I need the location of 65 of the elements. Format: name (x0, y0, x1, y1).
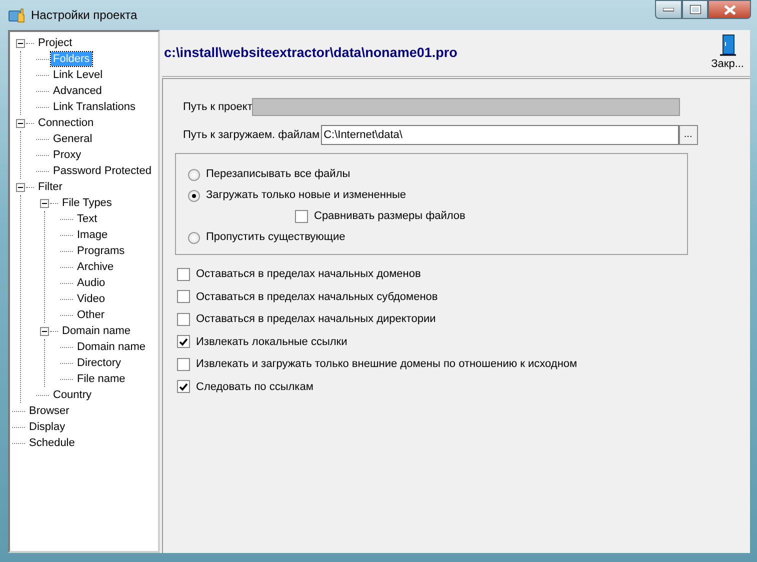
tree-item[interactable]: Project (36, 36, 74, 50)
checkbox-label: Извлекать локальные ссылки (196, 334, 348, 350)
tree-item[interactable]: Text (75, 212, 100, 226)
tree-item[interactable]: General (51, 132, 94, 146)
tree-item[interactable]: Browser (27, 404, 72, 418)
checkbox[interactable] (177, 358, 190, 371)
close-button[interactable] (708, 0, 751, 19)
tree-item[interactable]: Connection (36, 116, 96, 130)
checkbox[interactable] (177, 268, 190, 281)
expander-icon[interactable] (16, 182, 25, 192)
option-label: Загружать только новые и измененные (206, 188, 406, 204)
input-field[interactable]: C:\Internet\data\ (320, 125, 679, 145)
maximize-button[interactable] (682, 0, 708, 19)
tree-item[interactable]: Archive (75, 260, 116, 274)
project-path: c:\install\websiteextractor\data\noname01.pro (164, 44, 458, 62)
window-title: Настройки проекта (31, 7, 138, 24)
checkbox-label: Оставаться в пределах начальных субдоменов (196, 290, 438, 304)
tree-item[interactable]: Password Protected (51, 164, 154, 178)
expander-icon[interactable] (40, 326, 49, 336)
option-label: Пропустить существующие (206, 230, 346, 246)
radio-button[interactable] (188, 190, 200, 202)
tree-item[interactable]: Advanced (51, 84, 104, 98)
door-icon (718, 34, 737, 56)
tree-item[interactable]: Image (75, 228, 110, 242)
expander-icon[interactable] (16, 38, 25, 48)
checkbox-label: Сравнивать размеры файлов (314, 209, 466, 224)
checkbox-label: Извлекать и загружать только внешние домены по отношению к исходном (196, 357, 578, 372)
tree-item[interactable]: Display (27, 420, 68, 434)
tree-item[interactable]: Country (51, 388, 94, 402)
field-label: Путь к загружаем. файлам (183, 128, 320, 143)
checkbox[interactable] (177, 312, 190, 326)
app-icon (8, 7, 25, 23)
tree-item[interactable]: Filter (36, 180, 64, 194)
minimize-button[interactable] (655, 0, 682, 19)
expander-icon[interactable] (16, 118, 25, 128)
tree-item[interactable]: Schedule (27, 436, 77, 450)
checkbox[interactable] (177, 290, 190, 304)
maximize-icon (690, 5, 700, 14)
tree-item[interactable]: Domain name (75, 340, 148, 354)
minimize-icon (663, 8, 674, 12)
tree-item[interactable]: Link Translations (51, 100, 138, 114)
close-icon (724, 4, 736, 14)
tree-item[interactable]: Directory (75, 356, 124, 370)
radio-button[interactable] (188, 232, 200, 244)
close-project-button[interactable]: Закр... (709, 34, 746, 72)
tree-item[interactable]: Audio (75, 276, 108, 290)
tree-item[interactable]: File Types (60, 196, 114, 210)
radio-button[interactable] (188, 168, 200, 180)
browse-button[interactable]: ... (678, 125, 698, 145)
checkbox-label: Оставаться в пределах начальных доменов (196, 267, 421, 282)
tree-item[interactable]: Proxy (51, 148, 84, 162)
tree-item[interactable]: Domain name (60, 324, 132, 338)
option-label: Перезаписывать все файлы (206, 167, 350, 182)
checkbox[interactable] (295, 210, 308, 223)
expander-icon[interactable] (40, 198, 49, 208)
tree-item[interactable]: File name (75, 372, 128, 386)
field-label: Путь к проект (183, 100, 252, 115)
checkbox[interactable] (177, 335, 190, 348)
checkbox-label: Следовать по ссылкам (196, 380, 314, 394)
tree-item[interactable]: Programs (75, 244, 127, 258)
tree-item[interactable]: Other (75, 308, 107, 322)
tree-item[interactable]: Link Level (51, 68, 105, 82)
tree-item[interactable]: Video (75, 292, 107, 306)
checkbox[interactable] (177, 380, 190, 394)
checkbox-label: Оставаться в пределах начальных директории (196, 312, 436, 327)
